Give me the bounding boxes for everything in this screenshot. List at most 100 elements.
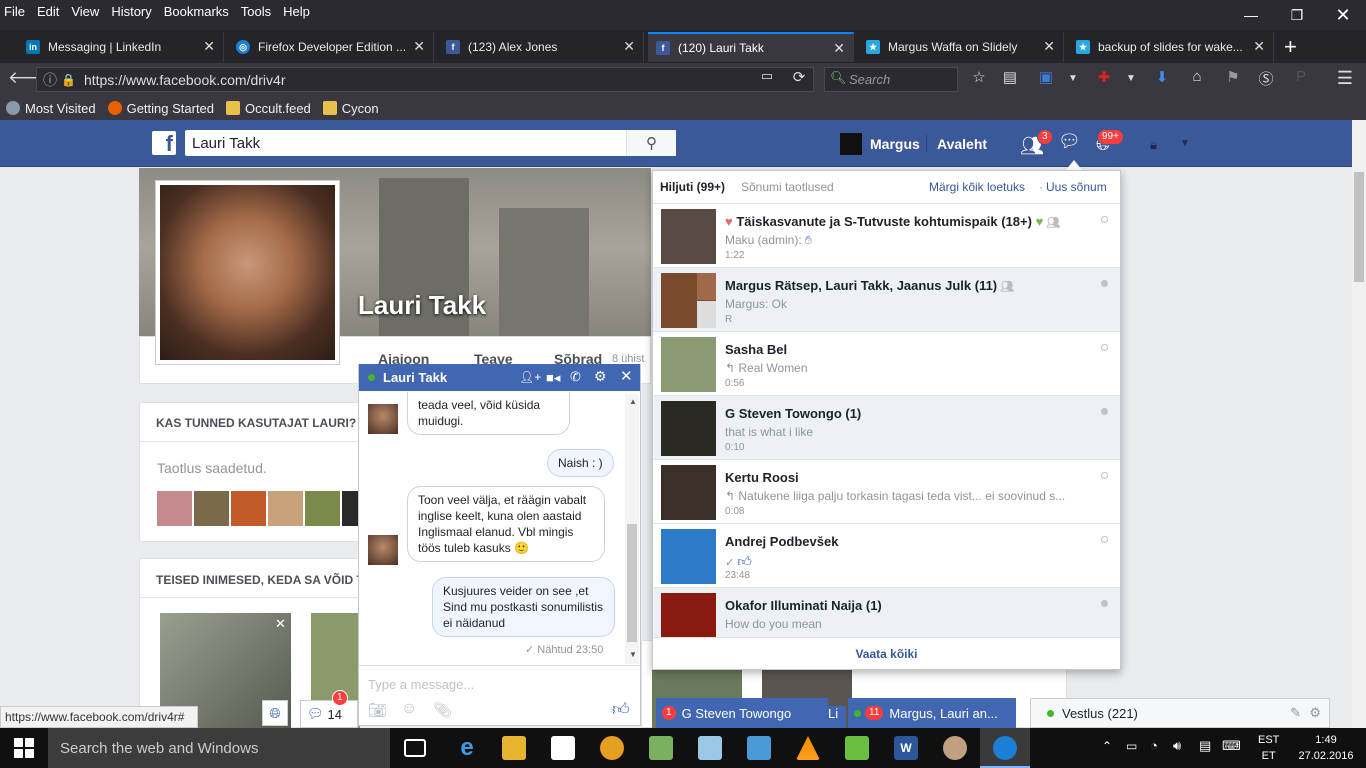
store-icon[interactable]: [551, 736, 575, 760]
close-icon[interactable]: ✕: [1043, 38, 1055, 55]
flag-icon[interactable]: ⚑: [1222, 68, 1244, 86]
tab-message-requests[interactable]: Sõnumi taotlused: [741, 180, 834, 194]
wifi-icon[interactable]: ◔: [1150, 738, 1158, 753]
app-icon[interactable]: [649, 736, 673, 760]
sidebar-chat-toggle[interactable]: Vestlus (221) ✎ ⚙: [1030, 698, 1330, 728]
menu-bookmarks[interactable]: Bookmarks: [164, 4, 229, 19]
firefox-taskbar-button[interactable]: [980, 728, 1030, 768]
privacy-lock-icon[interactable]: 🔒︎: [1150, 137, 1157, 153]
thread-row[interactable]: G Steven Towongo (1) that is what i like…: [653, 395, 1120, 459]
page-scrollbar[interactable]: [1352, 120, 1366, 728]
bookmark-cycon[interactable]: Cycon: [322, 101, 379, 116]
p-addon-icon[interactable]: P: [1290, 68, 1312, 85]
windows-start-icon[interactable]: [14, 738, 34, 758]
tab-recent[interactable]: Hiljuti (99+): [660, 180, 725, 194]
chat-avatar[interactable]: [368, 535, 398, 565]
reload-icon[interactable]: ⟳: [788, 68, 810, 86]
home-link[interactable]: Avaleht: [937, 136, 987, 152]
hamburger-menu-icon[interactable]: ☰: [1334, 68, 1356, 89]
info-icon[interactable]: ⓘ: [43, 70, 57, 90]
facebook-search-input[interactable]: Lauri Takk: [185, 130, 676, 156]
app-icon[interactable]: [747, 736, 771, 760]
thread-row[interactable]: Kertu Roosi ↰ Natukene liiga palju torka…: [653, 459, 1120, 523]
task-view-icon[interactable]: [404, 739, 426, 757]
app-icon[interactable]: [698, 736, 722, 760]
url-bar[interactable]: ⓘ 🔒 https://www.facebook.com/driv4r: [36, 67, 814, 92]
chat-tab-g-steven[interactable]: 1 G Steven Towongo: [656, 698, 828, 728]
mark-read-dot[interactable]: [1101, 536, 1108, 543]
bookmark-most-visited[interactable]: Most Visited: [6, 101, 96, 116]
maximize-button[interactable]: ❐: [1274, 0, 1320, 30]
mark-read-dot[interactable]: [1101, 216, 1108, 223]
chat-scrollbar[interactable]: ▲ ▼: [625, 394, 639, 664]
menu-tools[interactable]: Tools: [241, 4, 271, 19]
close-icon[interactable]: ✕: [833, 40, 845, 57]
close-icon[interactable]: ✕: [1253, 38, 1265, 55]
compose-icon[interactable]: ✎: [1290, 705, 1301, 721]
taskbar-search-input[interactable]: Search the web and Windows: [48, 728, 390, 768]
friend-thumb[interactable]: [157, 491, 192, 526]
menu-history[interactable]: History: [111, 4, 151, 19]
paint-icon[interactable]: [943, 736, 967, 760]
gear-icon[interactable]: ⚙: [1309, 705, 1321, 721]
clock[interactable]: 1:49 27.02.2016: [1296, 732, 1356, 764]
facebook-logo-icon[interactable]: f: [152, 131, 176, 155]
menu-view[interactable]: View: [71, 4, 99, 19]
menu-file[interactable]: File: [4, 4, 25, 19]
back-button[interactable]: 🡐: [8, 68, 54, 88]
profile-link[interactable]: Margus: [870, 136, 920, 152]
tab-linkedin[interactable]: in Messaging | LinkedIn ✕: [18, 32, 224, 62]
skype-icon[interactable]: Ⓢ: [1255, 68, 1277, 89]
menu-help[interactable]: Help: [283, 4, 310, 19]
thread-row[interactable]: Okafor Illuminati Naija (1) How do you m…: [653, 587, 1120, 637]
thread-row[interactable]: ♥ Täiskasvanute ja S-Tutvuste kohtumispa…: [653, 203, 1120, 267]
bookmarks-menu-icon[interactable]: ▤: [999, 68, 1021, 86]
tab-lauri-takk[interactable]: f (120) Lauri Takk ✕: [648, 32, 854, 62]
tab-alex-jones[interactable]: f (123) Alex Jones ✕: [438, 32, 644, 62]
tab-slidely-margus[interactable]: ★ Margus Waffa on Slidely ✕: [858, 32, 1064, 62]
mark-all-read-link[interactable]: Märgi kõik loetuks: [929, 180, 1025, 194]
friend-thumb[interactable]: [268, 491, 303, 526]
add-people-icon[interactable]: 👤︎+: [519, 370, 541, 384]
profile-picture[interactable]: [155, 180, 340, 365]
volume-icon[interactable]: 🔊︎: [1173, 738, 1181, 754]
attachment-icon[interactable]: 📎︎: [433, 701, 452, 719]
addon-red-cross-icon[interactable]: ✚: [1093, 68, 1115, 86]
file-explorer-icon[interactable]: [502, 736, 526, 760]
close-icon[interactable]: ✕: [620, 367, 633, 385]
tab-firefox-dev[interactable]: ◎ Firefox Developer Edition ... ✕: [228, 32, 434, 62]
chat-tab-group[interactable]: 11 Margus, Lauri an...: [848, 698, 1016, 728]
close-icon[interactable]: ✕: [413, 38, 425, 55]
save-icon[interactable]: ▣: [1035, 68, 1057, 86]
phone-icon[interactable]: ✆: [570, 369, 581, 385]
keyboard-icon[interactable]: ⌨: [1222, 738, 1241, 754]
chevron-up-icon[interactable]: ⌃: [1102, 739, 1112, 753]
mark-read-dot[interactable]: [1101, 408, 1108, 415]
thumbs-up-icon[interactable]: 👍︎: [612, 699, 630, 720]
mark-read-dot[interactable]: [1101, 472, 1108, 479]
globe-icon[interactable]: 🌐︎: [262, 700, 288, 726]
minimize-button[interactable]: —: [1228, 0, 1274, 30]
app-icon[interactable]: [845, 736, 869, 760]
bookmark-occult-feed[interactable]: Occult.feed: [226, 101, 311, 116]
mark-read-dot[interactable]: [1101, 280, 1108, 287]
friend-thumb[interactable]: [231, 491, 266, 526]
mark-read-dot[interactable]: [1101, 600, 1108, 607]
messages-icon[interactable]: 💬︎: [1058, 131, 1084, 155]
word-icon[interactable]: W: [894, 736, 918, 760]
edge-icon[interactable]: e: [455, 736, 479, 760]
friend-thumb[interactable]: [194, 491, 229, 526]
thread-row[interactable]: Sasha Bel ↰ Real Women 0:56: [653, 331, 1120, 395]
new-tab-button[interactable]: +: [1284, 34, 1297, 60]
gear-icon[interactable]: ⚙: [594, 368, 607, 385]
close-window-button[interactable]: ✕: [1320, 0, 1366, 30]
close-icon[interactable]: ✕: [623, 38, 635, 55]
battery-icon[interactable]: ▭: [1126, 739, 1137, 753]
new-message-link[interactable]: Uus sõnum: [1046, 180, 1107, 194]
message-input[interactable]: Type a message...: [368, 677, 474, 692]
menu-edit[interactable]: Edit: [37, 4, 59, 19]
search-icon[interactable]: ⚲: [626, 130, 676, 156]
avatar[interactable]: [840, 133, 862, 155]
close-icon[interactable]: ✕: [275, 616, 286, 632]
download-icon[interactable]: ⬇: [1151, 68, 1173, 86]
